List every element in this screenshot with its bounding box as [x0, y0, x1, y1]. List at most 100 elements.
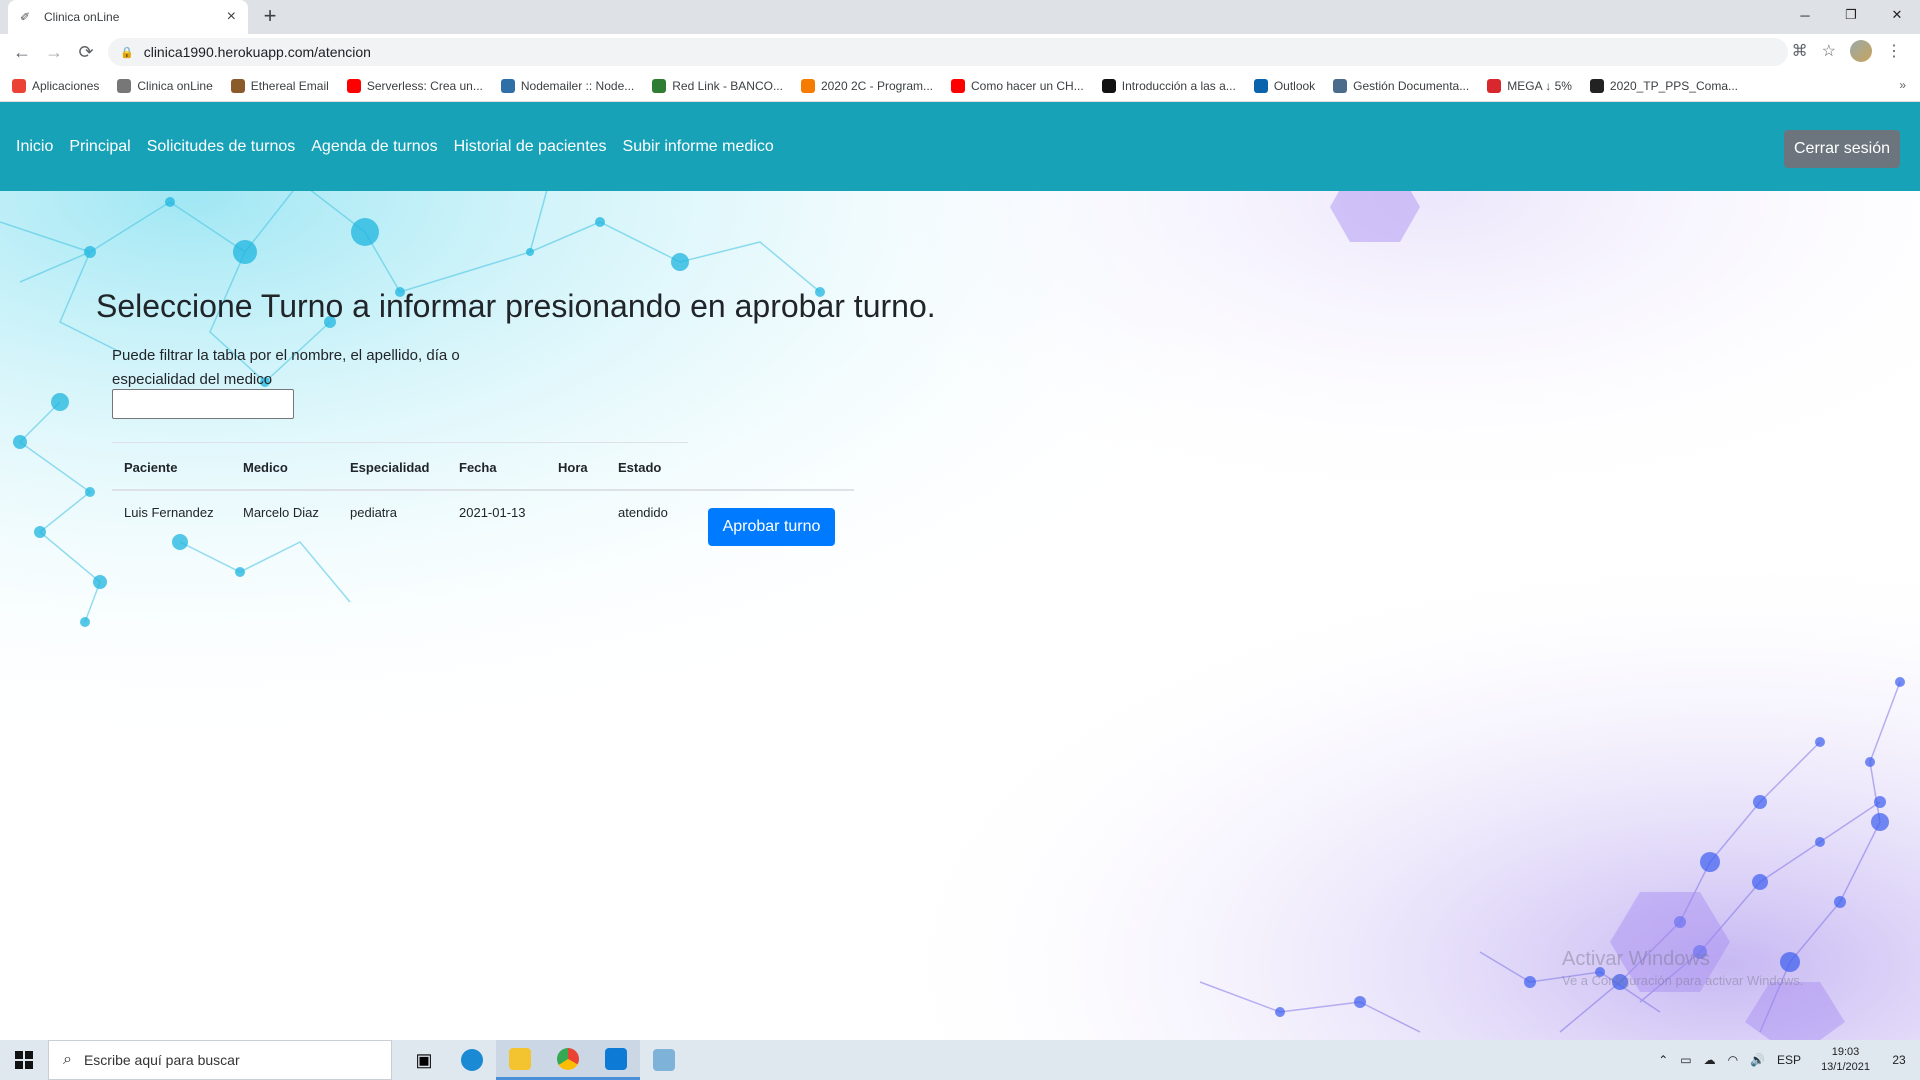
bookmark-star-icon[interactable]: ☆: [1822, 41, 1836, 61]
search-icon: ⌕: [63, 1051, 72, 1068]
volume-icon[interactable]: 🔊: [1750, 1053, 1765, 1067]
windows-logo-icon: [15, 1051, 33, 1069]
bookmark-favicon-icon: [12, 78, 26, 93]
start-button[interactable]: [0, 1040, 48, 1080]
close-window-icon[interactable]: ✕: [1874, 0, 1920, 30]
notifications-button[interactable]: 23: [1884, 1047, 1914, 1073]
column-header-estado: Estado: [618, 460, 662, 475]
nav-link-agenda[interactable]: Agenda de turnos: [311, 138, 437, 156]
cell-especialidad: pediatra: [350, 505, 397, 520]
language-indicator[interactable]: ESP: [1777, 1053, 1801, 1067]
taskbar-apps: ▣: [400, 1040, 688, 1080]
bookmark-item[interactable]: Clinica onLine: [117, 78, 213, 93]
forward-icon[interactable]: →: [42, 40, 66, 64]
nav-link-subir-informe[interactable]: Subir informe medico: [623, 138, 774, 156]
windows-activation-watermark: Activar Windows Ve a Configuración para …: [1562, 948, 1803, 988]
restore-icon[interactable]: ❐: [1828, 0, 1874, 30]
bookmark-label: MEGA ↓ 5%: [1507, 78, 1572, 93]
filter-label: Puede filtrar la tabla por el nombre, el…: [112, 347, 460, 388]
nav-link-inicio[interactable]: Inicio: [16, 138, 53, 156]
taskbar-search[interactable]: ⌕ Escribe aquí para buscar: [48, 1040, 392, 1080]
system-tray: ⌃ ▭ ☁ ◠ 🔊 ESP 19:03 13/1/2021 23: [1652, 1040, 1920, 1080]
bookmark-item[interactable]: Como hacer un CH...: [951, 78, 1084, 93]
bookmark-item[interactable]: Introducción a las a...: [1101, 78, 1236, 93]
bookmark-item[interactable]: 2020_TP_PPS_Coma...: [1589, 78, 1738, 93]
wifi-icon[interactable]: ◠: [1728, 1053, 1738, 1067]
bookmark-favicon-icon: [652, 78, 667, 93]
menu-kebab-icon[interactable]: ⋮: [1886, 41, 1902, 61]
filter-input[interactable]: [112, 389, 294, 419]
bookmark-item[interactable]: Red Link - BANCO...: [652, 78, 783, 93]
tray-onedrive-icon[interactable]: ☁: [1704, 1053, 1716, 1067]
bookmark-label: Serverless: Crea un...: [366, 78, 483, 93]
bookmark-item[interactable]: Outlook: [1253, 78, 1315, 93]
back-icon[interactable]: ←: [10, 40, 34, 64]
bookmark-item[interactable]: Gestión Documenta...: [1333, 78, 1470, 93]
edge-browser-icon[interactable]: [448, 1040, 496, 1080]
tab-close-icon[interactable]: ×: [227, 8, 236, 26]
approve-turno-button[interactable]: Aprobar turno: [708, 508, 835, 546]
bookmark-item[interactable]: Serverless: Crea un...: [346, 78, 483, 93]
tab-title: Clinica onLine: [44, 10, 120, 24]
bookmark-favicon-icon: [1487, 78, 1502, 93]
toolbar-actions: ⌘ ☆ ⋮: [1792, 40, 1902, 62]
bookmark-label: 2020_TP_PPS_Coma...: [1609, 78, 1738, 93]
column-header-medico: Medico: [243, 460, 288, 475]
browser-tab[interactable]: ✐ Clinica onLine ×: [8, 0, 248, 34]
address-bar[interactable]: 🔒 clinica1990.herokuapp.com/atencion: [108, 38, 1788, 66]
bookmarks-more-icon[interactable]: »: [1899, 78, 1906, 92]
clock[interactable]: 19:03 13/1/2021: [1821, 1045, 1870, 1075]
translate-icon[interactable]: ⌘: [1792, 41, 1808, 61]
clock-time: 19:03: [1831, 1046, 1860, 1058]
table-header-divider: [112, 489, 854, 491]
column-header-especialidad: Especialidad: [350, 460, 430, 475]
bookmark-item[interactable]: Aplicaciones: [12, 78, 99, 93]
page-title: Seleccione Turno a informar presionando …: [96, 288, 936, 324]
windows-taskbar: ⌕ Escribe aquí para buscar ▣ ⌃ ▭ ☁ ◠ 🔊 E…: [0, 1040, 1920, 1080]
nav-link-historial[interactable]: Historial de pacientes: [454, 138, 607, 156]
url-text: clinica1990.herokuapp.com/atencion: [143, 44, 371, 60]
bookmark-label: Clinica onLine: [137, 78, 213, 93]
bookmark-favicon-icon: [230, 78, 245, 93]
cell-paciente: Luis Fernandez: [124, 505, 214, 520]
bookmark-favicon-icon: [117, 78, 132, 93]
bookmark-label: Gestión Documenta...: [1353, 78, 1470, 93]
bookmark-item[interactable]: MEGA ↓ 5%: [1487, 78, 1572, 93]
vscode-icon[interactable]: [592, 1040, 640, 1080]
cell-fecha: 2021-01-13: [459, 505, 526, 520]
new-tab-button[interactable]: +: [258, 5, 282, 29]
profile-avatar[interactable]: [1850, 40, 1872, 62]
tray-device-icon[interactable]: ▭: [1680, 1053, 1691, 1067]
site-favicon-icon: ✐: [20, 10, 31, 24]
column-header-paciente: Paciente: [124, 460, 178, 475]
bookmark-label: Red Link - BANCO...: [672, 78, 783, 93]
tray-chevron-up-icon[interactable]: ⌃: [1658, 1053, 1668, 1067]
bookmark-label: Ethereal Email: [250, 78, 329, 93]
bookmark-label: Nodemailer :: Node...: [520, 78, 635, 93]
browser-toolbar: ← → ⟳ 🔒 clinica1990.herokuapp.com/atenci…: [0, 34, 1920, 70]
nav-link-principal[interactable]: Principal: [69, 138, 130, 156]
minimize-icon[interactable]: ─: [1782, 0, 1828, 30]
bookmark-favicon-icon: [951, 78, 966, 93]
watermark-title: Activar Windows: [1562, 948, 1710, 970]
notepad-icon[interactable]: [640, 1040, 688, 1080]
cell-medico: Marcelo Diaz: [243, 505, 319, 520]
chrome-icon[interactable]: [544, 1040, 592, 1080]
bookmark-favicon-icon: [346, 78, 361, 93]
window-controls: ─ ❐ ✕: [1782, 0, 1920, 30]
bookmark-favicon-icon: [1253, 78, 1268, 93]
bookmark-item[interactable]: Ethereal Email: [230, 78, 329, 93]
bookmark-item[interactable]: 2020 2C - Program...: [800, 78, 933, 93]
nav-links: Inicio Principal Solicitudes de turnos A…: [16, 138, 774, 156]
main-navbar: Inicio Principal Solicitudes de turnos A…: [0, 102, 1920, 191]
bookmark-label: Introducción a las a...: [1121, 78, 1236, 93]
reload-icon[interactable]: ⟳: [74, 40, 98, 64]
network-background-image: [0, 102, 1920, 1040]
bookmark-item[interactable]: Nodemailer :: Node...: [500, 78, 635, 93]
nav-link-solicitudes[interactable]: Solicitudes de turnos: [147, 138, 296, 156]
bookmark-favicon-icon: [1333, 78, 1348, 93]
logout-button[interactable]: Cerrar sesión: [1784, 130, 1900, 168]
table-top-border: [112, 442, 688, 443]
file-explorer-icon[interactable]: [496, 1040, 544, 1080]
task-view-icon[interactable]: ▣: [400, 1040, 448, 1080]
